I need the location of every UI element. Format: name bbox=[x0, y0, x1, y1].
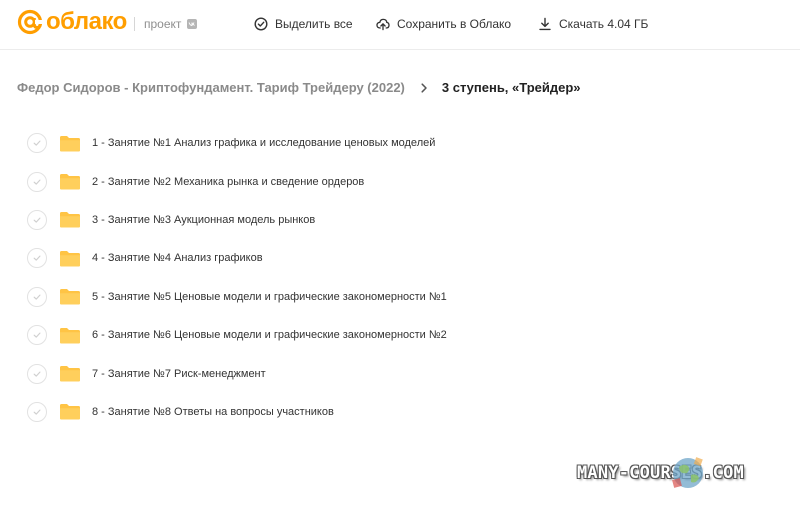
at-sign-icon bbox=[17, 9, 43, 35]
folder-row[interactable]: 5 - Занятие №5 Ценовые модели и графичес… bbox=[0, 278, 800, 316]
select-checkbox[interactable] bbox=[27, 401, 47, 422]
checkmark-icon bbox=[33, 179, 41, 185]
folder-name: 3 - Занятие №3 Аукционная модель рынков bbox=[92, 213, 316, 226]
folder-row[interactable]: 6 - Занятие №6 Ценовые модели и графичес… bbox=[0, 316, 800, 354]
folder-name: 6 - Занятие №6 Ценовые модели и графичес… bbox=[92, 329, 447, 342]
checkmark-icon bbox=[33, 255, 41, 262]
folder-row[interactable]: 4 - Занятие №4 Анализ графиков bbox=[0, 239, 800, 277]
folder-name: 5 - Занятие №5 Ценовые модели и графичес… bbox=[92, 290, 447, 303]
checkmark-icon bbox=[33, 140, 41, 146]
download-button[interactable]: Скачать 4.04 ГБ bbox=[538, 16, 648, 32]
cloud-logo[interactable]: облако bbox=[17, 9, 127, 35]
globe-icon bbox=[672, 457, 703, 488]
project-label: проект bbox=[144, 17, 182, 31]
checkmark-icon bbox=[33, 371, 41, 377]
folder-name: 4 - Занятие №4 Анализ графиков bbox=[92, 252, 263, 265]
folder-icon bbox=[60, 366, 80, 382]
chevron-right-icon bbox=[421, 83, 427, 93]
checkmark-icon bbox=[33, 409, 41, 415]
folder-name: 2 - Занятие №2 Механика рынка и сведение… bbox=[92, 175, 365, 188]
logo-divider bbox=[134, 17, 135, 31]
folder-name: 1 - Занятие №1 Анализ графика и исследов… bbox=[92, 137, 436, 150]
folder-icon bbox=[60, 212, 80, 228]
download-icon bbox=[539, 17, 551, 31]
save-to-cloud-label: Сохранить в Облако bbox=[397, 17, 512, 31]
file-list: 1 - Занятие №1 Анализ графика и исследов… bbox=[0, 124, 800, 431]
watermark-text: MANY-COURSES.COM bbox=[577, 463, 744, 483]
folder-icon bbox=[60, 135, 80, 152]
checkmark-icon bbox=[33, 217, 41, 223]
folder-row[interactable]: 3 - Занятие №3 Аукционная модель рынков bbox=[0, 201, 800, 239]
select-all-label: Выделить все bbox=[275, 17, 353, 31]
breadcrumb-parent-link[interactable]: Федор Сидоров - Криптофундамент. Тариф Т… bbox=[17, 79, 405, 97]
vk-icon bbox=[187, 19, 197, 29]
folder-row[interactable]: 2 - Занятие №2 Механика рынка и сведение… bbox=[0, 162, 800, 200]
select-checkbox[interactable] bbox=[27, 286, 47, 307]
folder-row[interactable]: 1 - Занятие №1 Анализ графика и исследов… bbox=[0, 124, 800, 162]
select-checkbox[interactable] bbox=[27, 133, 47, 154]
folder-icon bbox=[60, 174, 80, 190]
select-checkbox[interactable] bbox=[27, 363, 47, 384]
checkmark-icon bbox=[33, 332, 41, 338]
top-bar: облако проект Выделить все Сохранить в О… bbox=[0, 0, 800, 50]
download-label: Скачать 4.04 ГБ bbox=[559, 17, 649, 31]
save-to-cloud-button[interactable]: Сохранить в Облако bbox=[376, 16, 511, 32]
breadcrumb: Федор Сидоров - Криптофундамент. Тариф Т… bbox=[17, 79, 581, 97]
folder-row[interactable]: 7 - Занятие №7 Риск-менеджмент bbox=[0, 354, 800, 392]
folder-icon bbox=[60, 327, 80, 344]
select-checkbox[interactable] bbox=[27, 325, 47, 346]
logo-wordmark: облако bbox=[46, 8, 127, 35]
folder-name: 8 - Занятие №8 Ответы на вопросы участни… bbox=[92, 405, 334, 418]
cloud-upload-icon bbox=[376, 18, 390, 31]
check-circle-icon bbox=[254, 17, 268, 31]
folder-icon bbox=[60, 250, 80, 267]
folder-icon bbox=[60, 404, 80, 420]
breadcrumb-current: 3 ступень, «Трейдер» bbox=[441, 80, 581, 95]
folder-row[interactable]: 8 - Занятие №8 Ответы на вопросы участни… bbox=[0, 393, 800, 431]
folder-name: 7 - Занятие №7 Риск-менеджмент bbox=[92, 367, 266, 380]
checkmark-icon bbox=[33, 294, 41, 300]
select-checkbox[interactable] bbox=[27, 248, 47, 269]
select-checkbox[interactable] bbox=[27, 209, 47, 230]
folder-icon bbox=[60, 289, 80, 305]
select-all-button[interactable]: Выделить все bbox=[254, 16, 353, 32]
select-checkbox[interactable] bbox=[27, 171, 47, 192]
